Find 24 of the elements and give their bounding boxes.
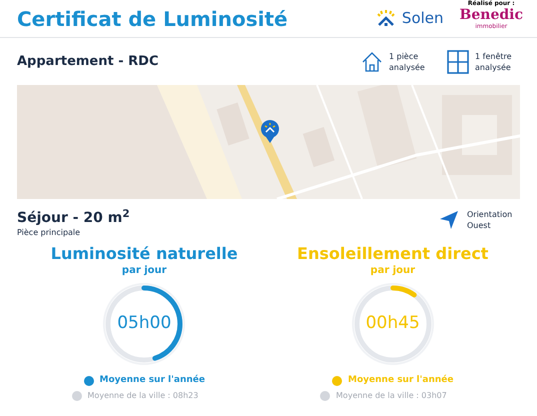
page-title: Certificat de Luminosité xyxy=(17,6,288,32)
legend-label: Moyenne de la ville : 08h23 xyxy=(88,390,198,402)
house-icon xyxy=(361,50,383,72)
legend-label: Moyenne sur l'année xyxy=(348,374,454,387)
gauge-value: 00h45 xyxy=(364,312,421,336)
legend-label: Moyenne de la ville : 03h07 xyxy=(336,390,447,402)
brand-logo: Solen xyxy=(402,8,444,30)
gauge-title: Luminosité naturelle xyxy=(50,245,238,263)
property-name: Appartement - RDC xyxy=(17,52,159,71)
room-title: Séjour - 20 m$^{2}$ xyxy=(17,209,130,227)
window-icon xyxy=(447,50,469,74)
compass-arrow-icon xyxy=(439,210,459,230)
orientation-label: Orientation Ouest xyxy=(467,209,514,231)
sun-house-icon xyxy=(376,10,396,28)
period-label: par jour xyxy=(122,264,167,278)
location-pin-icon xyxy=(260,119,280,143)
client-logo: Benedic xyxy=(460,6,523,22)
period-label: par jour xyxy=(370,264,416,278)
gauge-title: Ensoleillement direct xyxy=(297,245,488,263)
gauge-value: 05h00 xyxy=(116,312,172,336)
stat-label: 1 fenêtre analysée xyxy=(475,50,513,72)
stat-label: 1 pièce analysée xyxy=(389,50,426,72)
legend-label: Moyenne sur l'année xyxy=(100,374,205,387)
room-subtitle: Pièce principale xyxy=(17,227,82,239)
